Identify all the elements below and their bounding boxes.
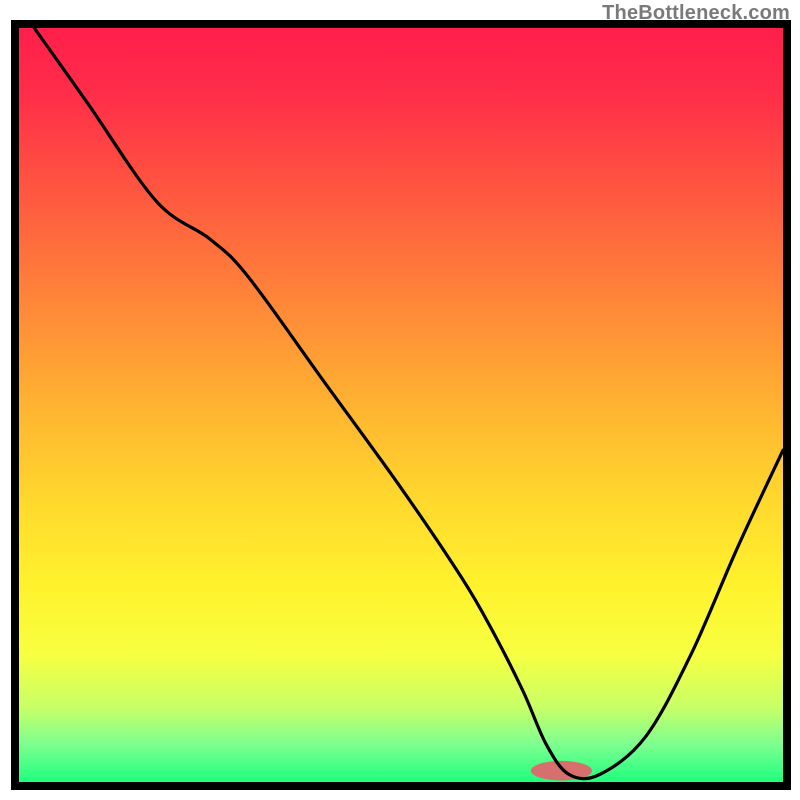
watermark-text: TheBottleneck.com <box>602 2 790 25</box>
plot-background <box>19 28 783 782</box>
chart-svg <box>0 0 800 800</box>
chart-stage: TheBottleneck.com <box>0 0 800 800</box>
